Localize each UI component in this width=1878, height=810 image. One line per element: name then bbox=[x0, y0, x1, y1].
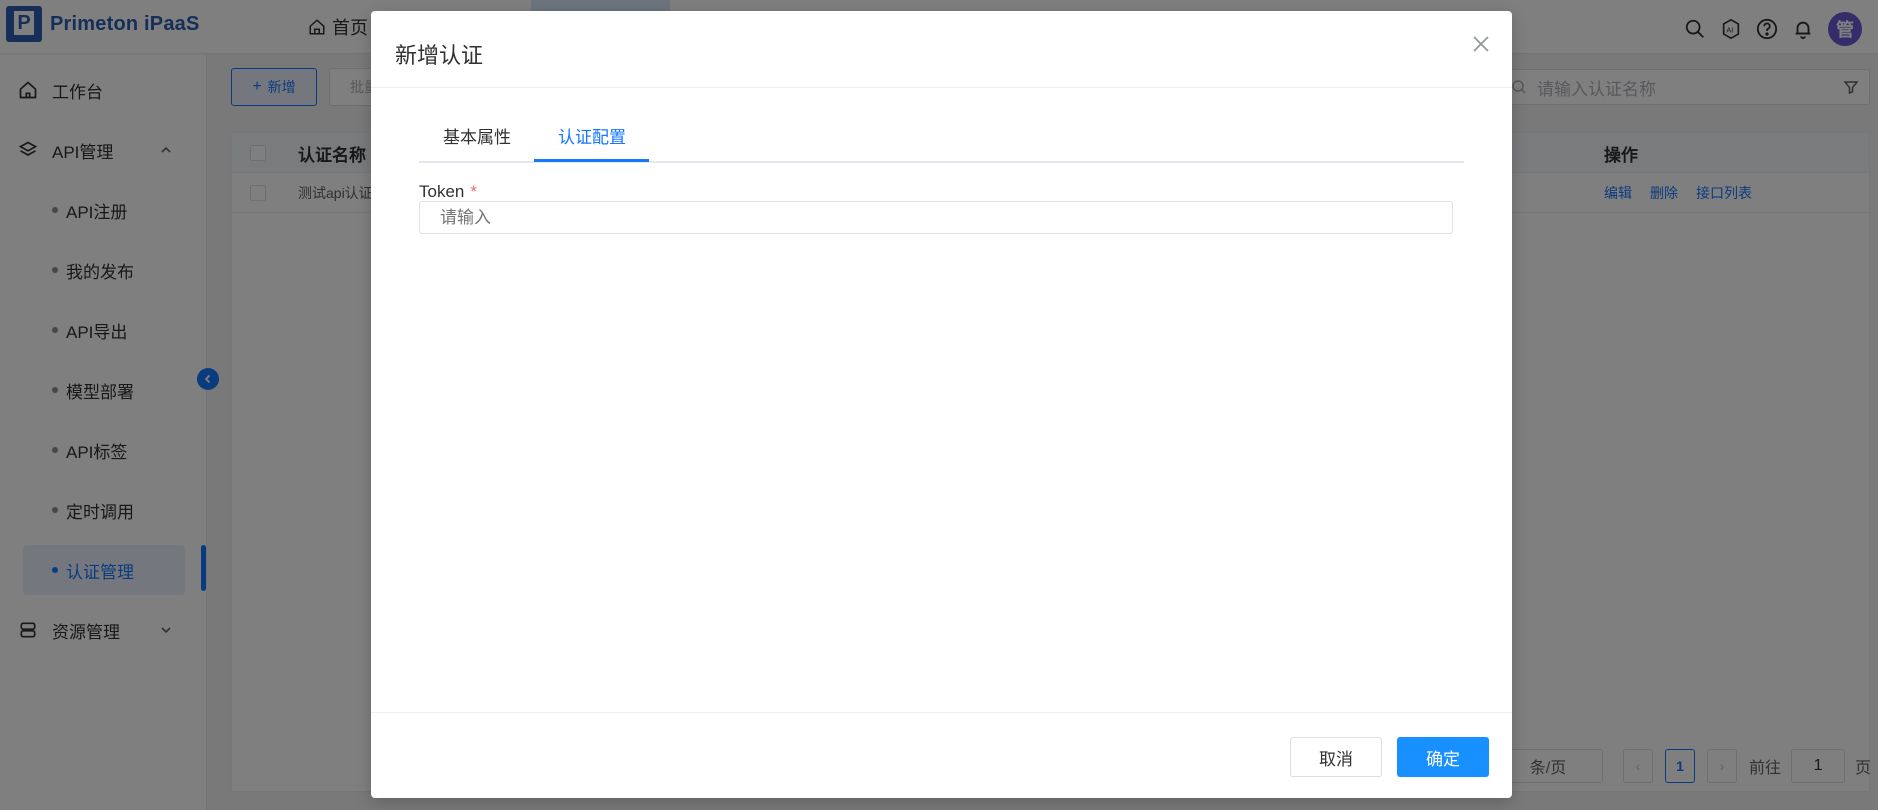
dialog-title: 新增认证 bbox=[395, 43, 484, 68]
add-auth-dialog: 新增认证 基本属性 认证配置 Token * 取消 确定 bbox=[371, 11, 1512, 798]
tab-basic-attributes[interactable]: 基本属性 bbox=[419, 107, 535, 163]
token-input[interactable] bbox=[419, 201, 1453, 234]
cancel-button[interactable]: 取消 bbox=[1290, 737, 1382, 777]
dialog-footer-divider bbox=[371, 712, 1512, 713]
dialog-tabs: 基本属性 认证配置 bbox=[419, 107, 1464, 163]
dialog-header-divider bbox=[371, 87, 1512, 88]
token-field-label: Token * bbox=[419, 182, 477, 202]
token-label-text: Token bbox=[419, 182, 465, 201]
confirm-button[interactable]: 确定 bbox=[1397, 737, 1489, 777]
close-icon[interactable] bbox=[1472, 35, 1490, 53]
required-mark: * bbox=[470, 182, 477, 201]
tab-auth-config[interactable]: 认证配置 bbox=[534, 107, 650, 163]
active-tab-indicator bbox=[534, 159, 649, 162]
